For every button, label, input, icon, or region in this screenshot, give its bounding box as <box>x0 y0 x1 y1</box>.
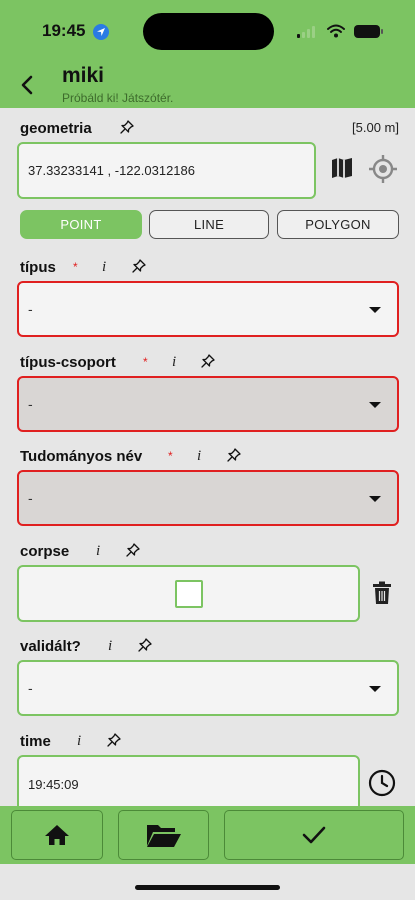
status-time: 19:45 <box>42 21 86 40</box>
tudomanyos-nev-select[interactable]: - <box>17 470 399 526</box>
time-value: 19:45:09 <box>28 777 79 792</box>
home-indicator-area <box>0 864 415 900</box>
tipus-csoport-value: - <box>28 396 33 412</box>
home-indicator[interactable] <box>135 885 280 890</box>
tipus-value: - <box>28 301 33 317</box>
validalt-label: validált? <box>20 638 81 655</box>
pin-icon[interactable] <box>107 733 121 747</box>
info-icon[interactable]: i <box>197 448 201 465</box>
checkmark-icon <box>302 826 326 844</box>
info-icon[interactable]: i <box>96 543 100 560</box>
location-arrow-icon <box>93 24 109 40</box>
chevron-down-icon <box>369 402 381 408</box>
clock-icon[interactable] <box>368 769 396 797</box>
pin-icon[interactable] <box>201 354 215 368</box>
trash-icon[interactable] <box>372 581 392 605</box>
pin-icon[interactable] <box>132 259 146 273</box>
time-label: time <box>20 733 51 750</box>
scale-indicator: [5.00 m] <box>352 120 399 135</box>
info-icon[interactable]: i <box>102 259 106 276</box>
mode-polygon-button[interactable]: POLYGON <box>277 210 399 239</box>
required-marker: * <box>73 260 78 274</box>
page-title: miki <box>62 64 105 87</box>
crosshair-icon[interactable] <box>368 154 398 184</box>
info-icon[interactable]: i <box>172 354 176 371</box>
tipus-csoport-select[interactable]: - <box>17 376 399 432</box>
time-input[interactable]: 19:45:09 <box>17 755 360 806</box>
validalt-select[interactable]: - <box>17 660 399 716</box>
geometry-input[interactable]: 37.33233141 , -122.0312186 <box>17 142 316 199</box>
confirm-button[interactable] <box>224 810 404 860</box>
map-icon[interactable] <box>330 156 356 180</box>
pin-icon[interactable] <box>138 638 152 652</box>
chevron-down-icon <box>369 496 381 502</box>
mode-line-button[interactable]: LINE <box>149 210 269 239</box>
corpse-checkbox[interactable] <box>175 580 203 608</box>
validalt-value: - <box>28 680 33 696</box>
home-button[interactable] <box>11 810 103 860</box>
status-bar: 19:45 <box>0 0 415 62</box>
required-marker: * <box>168 449 173 463</box>
bottom-toolbar <box>0 806 415 864</box>
tipus-select[interactable]: - <box>17 281 399 337</box>
back-chevron-icon[interactable] <box>17 74 37 96</box>
dynamic-island <box>143 13 274 50</box>
open-folder-button[interactable] <box>118 810 209 860</box>
required-marker: * <box>143 355 148 369</box>
tudomanyos-nev-value: - <box>28 490 33 506</box>
app-header: miki Próbáld ki! Játszótér. <box>0 62 415 108</box>
info-icon[interactable]: i <box>108 638 112 655</box>
pin-icon[interactable] <box>126 543 140 557</box>
pin-icon[interactable] <box>120 120 134 134</box>
corpse-field <box>17 565 360 622</box>
wifi-icon <box>327 24 345 38</box>
tudomanyos-nev-label: Tudományos név <box>20 448 143 465</box>
info-icon[interactable]: i <box>77 733 81 750</box>
folder-open-icon <box>146 825 181 847</box>
page-subtitle: Próbáld ki! Játszótér. <box>62 91 174 105</box>
form-content: geometria [5.00 m] 37.33233141 , -122.03… <box>0 108 415 806</box>
tipus-csoport-label: típus-csoport <box>20 354 116 371</box>
chevron-down-icon <box>369 307 381 313</box>
mode-point-button[interactable]: POINT <box>20 210 142 239</box>
pin-icon[interactable] <box>227 448 241 462</box>
corpse-label: corpse <box>20 543 70 560</box>
geometry-value: 37.33233141 , -122.0312186 <box>28 163 195 178</box>
cellular-signal-icon <box>297 26 315 38</box>
battery-icon <box>354 25 383 38</box>
tipus-label: típus <box>20 259 56 276</box>
home-icon <box>45 825 69 845</box>
geometry-label: geometria <box>20 120 92 137</box>
chevron-down-icon <box>369 686 381 692</box>
